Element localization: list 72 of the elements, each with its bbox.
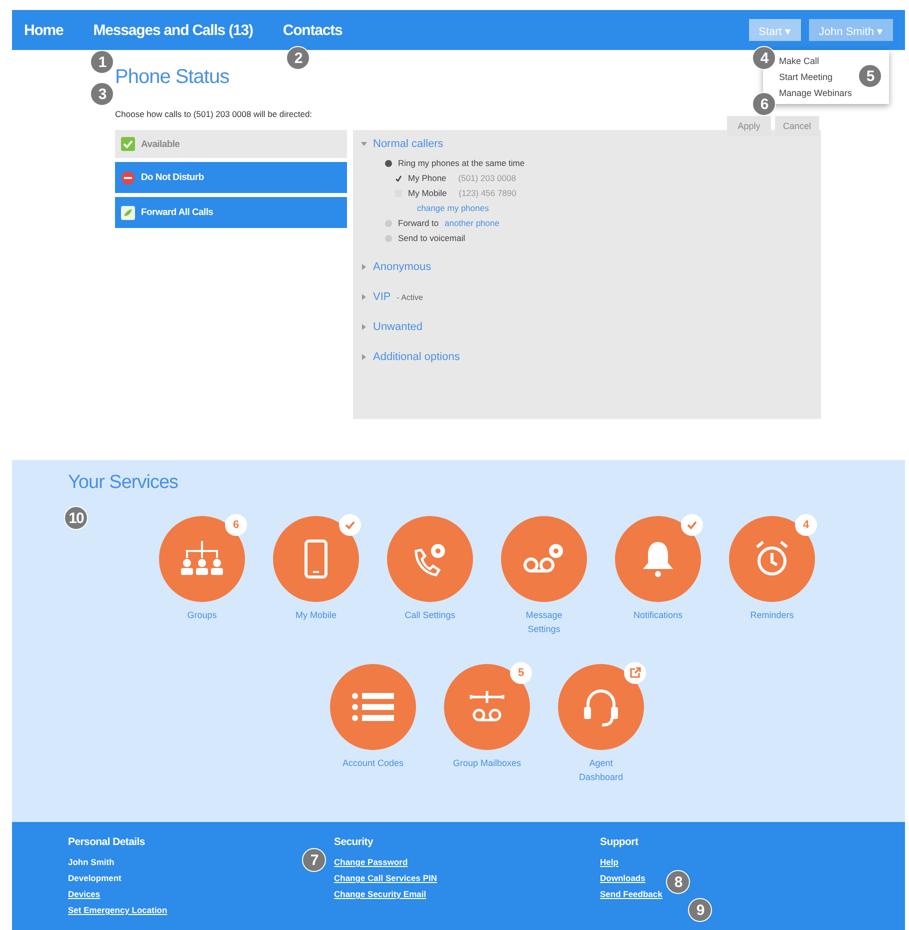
nav-link[interactable]: Home	[24, 22, 64, 38]
footer-heading: Support	[600, 836, 638, 848]
radio-button[interactable]	[385, 220, 392, 226]
expand-icon[interactable]	[361, 354, 367, 360]
expand-icon[interactable]	[361, 324, 367, 330]
count-badge: 4	[795, 514, 817, 536]
nav-link[interactable]: Contacts	[282, 22, 342, 38]
section-link[interactable]: Anonymous	[373, 261, 432, 273]
service-label[interactable]: Message Settings	[519, 608, 569, 636]
option-label: Send to voicemail	[398, 233, 466, 243]
no-entry-icon	[121, 170, 135, 184]
section-title: Your Services	[68, 472, 180, 494]
status-option[interactable]: Forward All Calls	[115, 197, 347, 228]
menu-button[interactable]: John Smith ▾	[808, 19, 893, 41]
status-note: - Active	[396, 292, 423, 302]
external-link-icon	[624, 662, 646, 684]
status-option[interactable]: Available	[115, 130, 347, 158]
footer-link[interactable]: Send Feedback	[600, 889, 662, 899]
footer-link[interactable]: Change Call Services PIN	[334, 873, 437, 883]
service-label[interactable]: Call Settings	[404, 608, 456, 622]
phone-number: (501) 203 0008	[458, 173, 516, 183]
footer-link[interactable]: Change Security Email	[334, 889, 426, 899]
phone-label: My Mobile	[408, 188, 447, 198]
footer-link[interactable]: Help	[600, 857, 618, 867]
section-link[interactable]: Unwanted	[373, 321, 423, 333]
service-label[interactable]: Groups	[187, 608, 217, 622]
change-phones-link[interactable]: change my phones	[417, 203, 813, 213]
section-link[interactable]: Additional options	[373, 351, 460, 363]
service-label[interactable]: Notifications	[633, 608, 683, 622]
service-label[interactable]: My Mobile	[295, 608, 336, 622]
status-option[interactable]: Do Not Disturb	[115, 162, 347, 193]
phone-link[interactable]: another phone	[444, 218, 500, 228]
menu-item[interactable]: Make Call	[779, 56, 820, 66]
phone-label: My Phone	[408, 173, 446, 183]
check-icon	[121, 137, 135, 151]
list-icon	[351, 691, 395, 723]
phone-icon	[304, 539, 328, 579]
service-label[interactable]: Group Mailboxes	[452, 756, 522, 770]
radio-button[interactable]	[385, 160, 392, 166]
count-badge: 6	[225, 514, 247, 536]
option-label: Ring my phones at the same time	[398, 158, 525, 168]
footer-link[interactable]: Change Password	[334, 857, 408, 867]
phone-number: (123) 456 7890	[458, 188, 516, 198]
menu-item[interactable]: Manage Webinars	[779, 88, 852, 98]
page-title: Phone Status	[115, 65, 230, 89]
radio-button[interactable]	[385, 234, 392, 242]
bell-icon	[641, 539, 675, 579]
footer-link[interactable]: John Smith	[68, 857, 114, 867]
count-badge: 5	[510, 662, 532, 684]
option-label: Forward to	[398, 218, 439, 228]
instruction-text: Choose how calls to (501) 203 0008 will be directed:	[115, 109, 312, 119]
expand-icon[interactable]	[361, 264, 367, 270]
checkbox[interactable]	[395, 174, 402, 182]
section-link[interactable]: VIP	[373, 291, 391, 303]
check-badge-icon	[681, 514, 703, 536]
footer-link[interactable]: Set Emergency Location	[68, 905, 168, 915]
menu-button[interactable]: Start ▾	[748, 19, 801, 41]
footer-heading: Security	[334, 836, 374, 848]
section-link[interactable]: Normal callers	[373, 138, 444, 150]
footer-link[interactable]: Downloads	[600, 873, 646, 883]
service-label[interactable]: Account Codes	[342, 756, 404, 770]
expand-icon[interactable]	[361, 294, 367, 300]
service-label[interactable]: Reminders	[750, 608, 794, 622]
nav-link[interactable]: Messages and Calls (13)	[93, 22, 253, 38]
footer-heading: Personal Details	[68, 836, 145, 848]
check-badge-icon	[339, 514, 361, 536]
menu-item[interactable]: Start Meeting	[779, 72, 833, 82]
leaf-icon	[121, 206, 135, 220]
collapse-icon[interactable]	[361, 141, 367, 147]
footer-link[interactable]: Development	[68, 873, 122, 883]
service-label[interactable]: Agent Dashboard	[576, 756, 626, 784]
footer-link[interactable]: Devices	[68, 889, 100, 899]
